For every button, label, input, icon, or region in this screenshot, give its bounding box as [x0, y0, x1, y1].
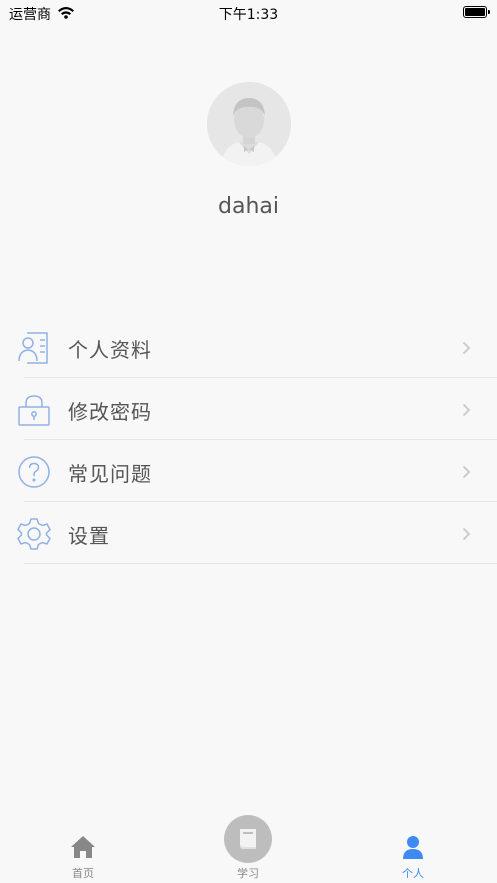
menu-item-label: 个人资料: [68, 338, 152, 362]
tab-bar: 首页 学习 个人: [0, 813, 497, 883]
gear-icon: [17, 517, 51, 551]
chevron-right-icon: [462, 340, 471, 355]
tab-label: 个人: [402, 867, 424, 880]
menu-item-label: 设置: [68, 524, 110, 548]
person-icon: [401, 836, 425, 863]
menu-item-label: 常见问题: [68, 462, 152, 486]
menu-item-profile[interactable]: 个人资料: [0, 316, 497, 378]
menu-item-faq[interactable]: 常见问题: [0, 440, 497, 502]
chevron-right-icon: [462, 402, 471, 417]
menu-item-change-password[interactable]: 修改密码: [0, 378, 497, 440]
contact-card-icon: [17, 331, 51, 365]
menu-item-label: 修改密码: [68, 400, 152, 424]
clock-time: 下午1:33: [218, 7, 279, 23]
default-avatar-icon: [206, 82, 291, 166]
username: dahai: [218, 194, 279, 219]
chevron-right-icon: [462, 526, 471, 541]
book-icon: [224, 815, 272, 863]
avatar[interactable]: [206, 82, 291, 166]
tab-label: 学习: [237, 867, 259, 880]
home-icon: [70, 836, 96, 863]
question-circle-icon: [17, 455, 51, 489]
tab-me[interactable]: 个人: [373, 835, 453, 881]
menu-item-settings[interactable]: 设置: [0, 502, 497, 564]
chevron-right-icon: [462, 464, 471, 479]
settings-menu: 个人资料 修改密码 常见问题 设置: [0, 316, 497, 564]
tab-home[interactable]: 首页: [43, 835, 123, 881]
profile-header: dahai: [0, 82, 497, 219]
lock-icon: [17, 393, 51, 427]
status-bar: 运营商 下午1:33: [0, 0, 497, 26]
tab-label: 首页: [72, 867, 94, 880]
tab-study[interactable]: 学习: [208, 815, 288, 881]
battery-icon: [463, 6, 490, 18]
